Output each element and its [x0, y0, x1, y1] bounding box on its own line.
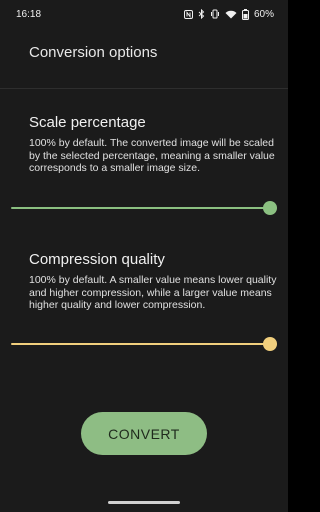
battery-percent: 60% [253, 8, 274, 20]
header-divider [0, 88, 288, 89]
gesture-nav-handle[interactable] [108, 501, 180, 504]
scale-slider-track[interactable] [11, 207, 277, 209]
screen: 16:18 60% Conversion options Scale perce… [0, 0, 288, 512]
compression-slider[interactable] [11, 337, 277, 351]
convert-button[interactable]: CONVERT [81, 412, 207, 455]
status-icons: 60% [183, 8, 274, 20]
scale-slider[interactable] [11, 201, 277, 215]
wifi-icon [225, 10, 237, 19]
status-time: 16:18 [16, 8, 42, 20]
compression-title: Compression quality [29, 251, 165, 268]
compression-description: 100% by default. A smaller value means l… [29, 274, 277, 311]
compression-slider-thumb[interactable] [263, 337, 277, 351]
bluetooth-icon [198, 9, 205, 19]
scale-title: Scale percentage [29, 114, 146, 131]
nfc-icon [183, 9, 193, 19]
scale-slider-thumb[interactable] [263, 201, 277, 215]
compression-section: Compression quality 100% by default. A s… [29, 251, 277, 312]
battery-icon [241, 8, 249, 20]
vibrate-icon [210, 9, 220, 19]
page-title: Conversion options [29, 44, 158, 61]
status-bar: 16:18 60% [0, 0, 288, 28]
scale-description: 100% by default. The converted image wil… [29, 137, 275, 174]
compression-slider-track[interactable] [11, 343, 277, 345]
scale-section: Scale percentage 100% by default. The co… [29, 114, 277, 175]
